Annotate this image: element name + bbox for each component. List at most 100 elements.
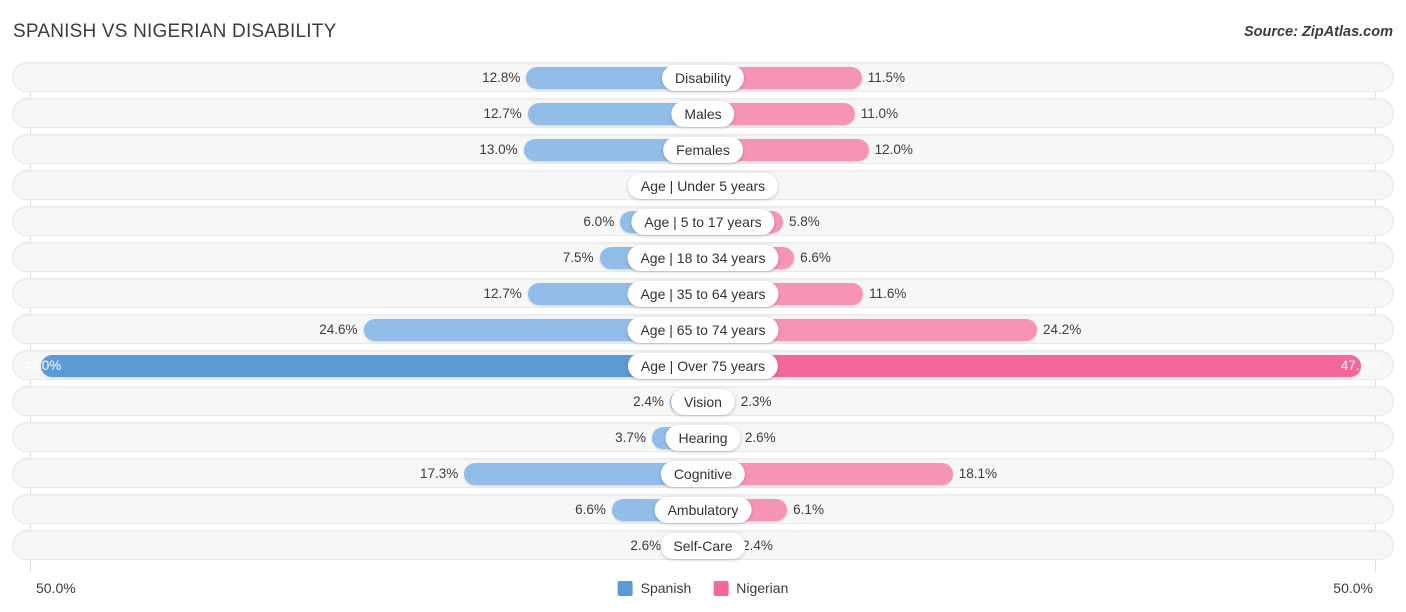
value-label-spanish: 12.7%	[483, 106, 522, 121]
chart-row: 2.6% 2.4% Self-Care	[12, 530, 1394, 560]
chart-legend: Spanish Nigerian	[617, 580, 788, 596]
row-left-half: 12.7%	[13, 99, 703, 127]
chart-row: 17.3% 18.1% Cognitive	[12, 458, 1394, 488]
axis-label-left: 50.0%	[36, 580, 76, 596]
chart-row: 2.4% 2.3% Vision	[12, 386, 1394, 416]
value-label-spanish: 12.8%	[482, 70, 521, 85]
chart-row: 3.7% 2.6% Hearing	[12, 422, 1394, 452]
category-label-pill: Age | Under 5 years	[627, 173, 779, 199]
value-label-spanish: 3.7%	[615, 430, 646, 445]
source-attribution: Source: ZipAtlas.com	[1243, 24, 1393, 40]
row-right-half: 2.3%	[703, 387, 1393, 415]
category-label-pill: Age | 18 to 34 years	[627, 245, 779, 271]
chart-page: SPANISH VS NIGERIAN DISABILITY Source: Z…	[0, 0, 1406, 612]
row-left-half: 2.4%	[13, 387, 703, 415]
bar-nigerian	[703, 355, 1362, 377]
row-right-half: 1.3%	[703, 171, 1393, 199]
value-label-nigerian: 5.8%	[789, 214, 820, 229]
chart-row: 12.7% 11.0% Males	[12, 98, 1394, 128]
value-label-spanish: 6.6%	[575, 502, 606, 517]
row-left-half: 24.6%	[13, 315, 703, 343]
chart-row: 1.4%1.3%Age | Under 5 years	[12, 170, 1394, 200]
row-right-half: 18.1%	[703, 459, 1393, 487]
axis-label-right: 50.0%	[1333, 580, 1373, 596]
chart-row: 12.7% 11.6% Age | 35 to 64 years	[12, 278, 1394, 308]
chart-header: SPANISH VS NIGERIAN DISABILITY Source: Z…	[0, 0, 1406, 60]
chart-row: 48.0% 47.7% Age | Over 75 years	[12, 350, 1394, 380]
chart-row: 6.6% 6.1% Ambulatory	[12, 494, 1394, 524]
legend-swatch-icon	[713, 580, 729, 596]
row-left-half: 1.4%	[13, 171, 703, 199]
row-left-half: 17.3%	[13, 459, 703, 487]
row-right-half: 5.8%	[703, 207, 1393, 235]
value-label-nigerian: 6.1%	[793, 502, 824, 517]
row-left-half: 2.6%	[13, 531, 703, 559]
row-right-half: 11.6%	[703, 279, 1393, 307]
category-label-pill: Vision	[671, 389, 735, 415]
row-left-half: 7.5%	[13, 243, 703, 271]
value-label-spanish: 7.5%	[562, 250, 594, 265]
page-title: SPANISH VS NIGERIAN DISABILITY	[13, 21, 337, 42]
value-label-spanish: 17.3%	[419, 466, 459, 481]
row-right-half: 2.6%	[703, 423, 1393, 451]
value-label-nigerian: 12.0%	[874, 142, 913, 157]
category-label-pill: Self-Care	[660, 533, 746, 559]
category-label-pill: Cognitive	[660, 461, 746, 487]
row-right-half: 11.5%	[703, 63, 1393, 91]
row-right-half: 47.7%	[703, 351, 1393, 379]
category-label-pill: Age | 5 to 17 years	[631, 209, 775, 235]
row-right-half: 12.0%	[703, 135, 1393, 163]
value-label-nigerian: 11.0%	[860, 106, 899, 121]
category-label-pill: Hearing	[665, 425, 741, 451]
value-label-nigerian: 24.2%	[1042, 322, 1082, 337]
category-label-pill: Males	[671, 101, 735, 127]
value-label-spanish: 2.4%	[633, 394, 664, 409]
value-label-nigerian: 2.3%	[740, 394, 772, 409]
chart-plot-area: 12.8% 11.5% Disability 12.7% 11.0% Males 13.0%…	[0, 62, 1406, 572]
category-label-pill: Age | 35 to 64 years	[627, 281, 779, 307]
value-label-nigerian: 18.1%	[958, 466, 998, 481]
row-left-half: 13.0%	[13, 135, 703, 163]
bar-spanish	[40, 355, 703, 377]
value-label-nigerian: 2.6%	[744, 430, 776, 445]
value-label-nigerian: 47.7%	[1340, 358, 1379, 373]
chart-row: 7.5% 6.6% Age | 18 to 34 years	[12, 242, 1394, 272]
value-label-nigerian: 11.5%	[867, 70, 905, 85]
chart-footer: 50.0% Spanish Nigerian 50.0%	[0, 574, 1406, 612]
legend-item: Spanish	[617, 580, 692, 596]
value-label-spanish: 12.7%	[483, 286, 522, 301]
legend-label: Nigerian	[736, 580, 789, 596]
value-label-nigerian: 11.6%	[869, 286, 907, 301]
value-label-spanish: 48.0%	[23, 358, 62, 373]
row-right-half: 2.4%	[703, 531, 1393, 559]
value-label-nigerian: 2.4%	[742, 538, 773, 553]
row-right-half: 11.0%	[703, 99, 1393, 127]
value-label-spanish: 13.0%	[479, 142, 518, 157]
chart-row: 12.8% 11.5% Disability	[12, 62, 1394, 92]
row-left-half: 6.6%	[13, 495, 703, 523]
value-label-nigerian: 6.6%	[800, 250, 831, 265]
category-label-pill: Females	[663, 137, 743, 163]
row-right-half: 24.2%	[703, 315, 1393, 343]
row-left-half: 12.8%	[13, 63, 703, 91]
row-left-half: 6.0%	[13, 207, 703, 235]
chart-row: 13.0% 12.0% Females	[12, 134, 1394, 164]
row-left-half: 3.7%	[13, 423, 703, 451]
row-left-half: 48.0%	[13, 351, 703, 379]
legend-label: Spanish	[640, 580, 692, 596]
row-right-half: 6.6%	[703, 243, 1393, 271]
legend-item: Nigerian	[713, 580, 788, 596]
value-label-spanish: 2.6%	[630, 538, 662, 553]
chart-row: 6.0% 5.8% Age | 5 to 17 years	[12, 206, 1394, 236]
legend-swatch-icon	[617, 580, 633, 596]
row-left-half: 12.7%	[13, 279, 703, 307]
category-label-pill: Ambulatory	[654, 497, 752, 523]
category-label-pill: Disability	[661, 65, 745, 91]
row-right-half: 6.1%	[703, 495, 1393, 523]
category-label-pill: Age | Over 75 years	[627, 353, 779, 379]
value-label-spanish: 24.6%	[319, 322, 358, 337]
value-label-spanish: 6.0%	[583, 214, 615, 229]
chart-rows: 12.8% 11.5% Disability 12.7% 11.0% Males 13.0%…	[12, 62, 1394, 560]
category-label-pill: Age | 65 to 74 years	[627, 317, 779, 343]
chart-row: 24.6% 24.2% Age | 65 to 74 years	[12, 314, 1394, 344]
